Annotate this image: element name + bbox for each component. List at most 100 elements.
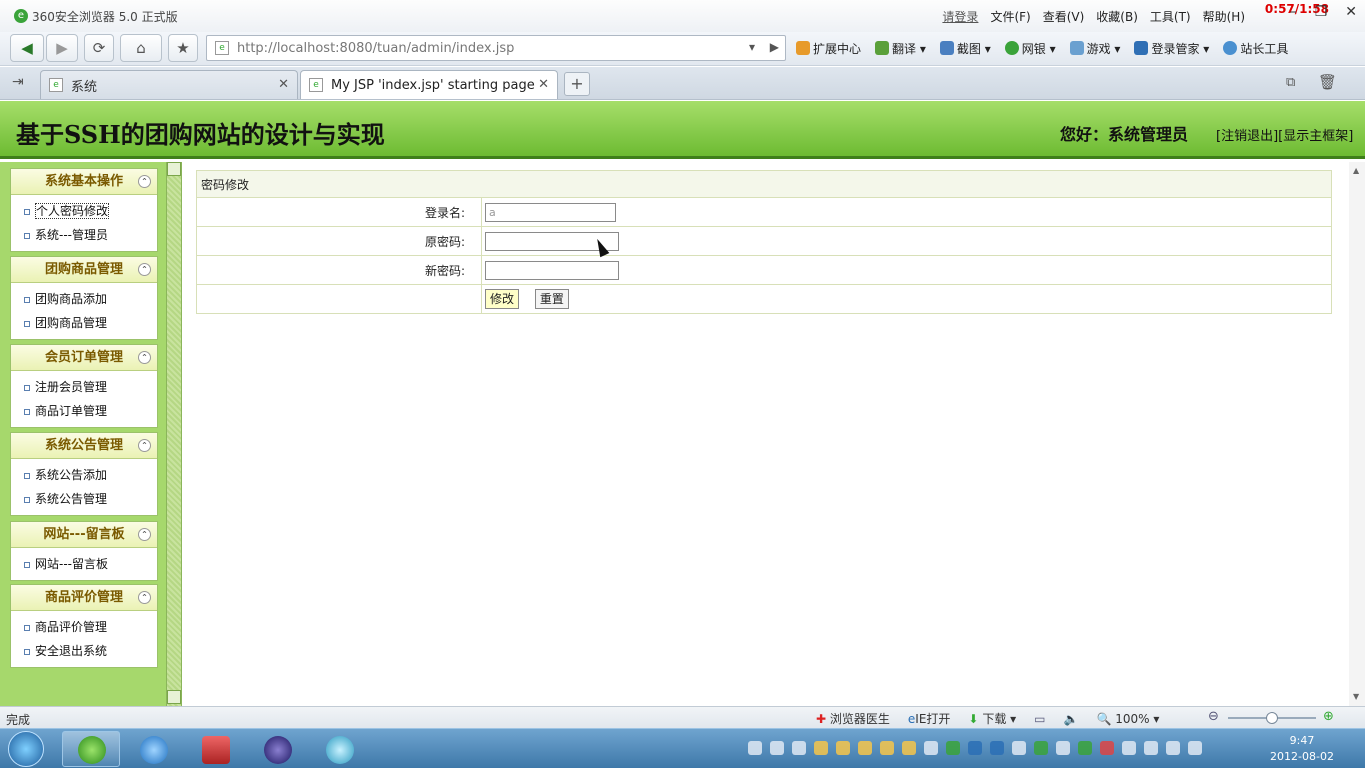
sidebar-item-logout[interactable]: 安全退出系统 bbox=[11, 641, 157, 665]
sidebar-item-orders[interactable]: 商品订单管理 bbox=[11, 401, 157, 425]
tray-app-icon[interactable] bbox=[792, 741, 806, 755]
volume-icon[interactable]: 🔈 bbox=[1064, 712, 1079, 726]
tray-app-icon[interactable] bbox=[770, 741, 784, 755]
close-tab-icon[interactable]: ✕ bbox=[538, 77, 549, 92]
toolbar-translate[interactable]: 翻译 ▾ bbox=[875, 40, 926, 57]
toolbar-bank[interactable]: 网银 ▾ bbox=[1004, 40, 1056, 57]
group-title[interactable]: 商品评价管理 ⌃ bbox=[11, 585, 157, 611]
window-icon[interactable]: ▭ bbox=[1034, 712, 1045, 726]
browser-doctor-button[interactable]: ✚ 浏览器医生 bbox=[816, 710, 890, 727]
group-title[interactable]: 系统公告管理 ⌃ bbox=[11, 433, 157, 459]
favorite-button[interactable]: ★ bbox=[168, 34, 198, 62]
new-password-input[interactable] bbox=[485, 260, 619, 280]
tray-network-icon[interactable] bbox=[1166, 741, 1180, 755]
menu-view[interactable]: 查看(V) bbox=[1043, 8, 1085, 25]
ie-open-button[interactable]: eIE打开 bbox=[908, 710, 951, 727]
toolbar-games[interactable]: 游戏 ▾ bbox=[1069, 40, 1120, 57]
tray-app-icon[interactable] bbox=[946, 741, 960, 755]
group-title[interactable]: 团购商品管理 ⌃ bbox=[11, 257, 157, 283]
taskbar-360-browser[interactable] bbox=[62, 731, 120, 767]
tray-volume-icon[interactable] bbox=[1188, 741, 1202, 755]
sidebar-toggle-icon[interactable]: ⇥ bbox=[12, 74, 24, 90]
tray-shield-icon[interactable] bbox=[968, 741, 982, 755]
download-button[interactable]: ⬇ 下载 ▾ bbox=[968, 710, 1016, 727]
logout-link[interactable]: [注销退出] bbox=[1216, 129, 1278, 144]
tray-qq-icon[interactable] bbox=[880, 741, 894, 755]
home-button[interactable]: ⌂ bbox=[120, 34, 162, 62]
toolbar-screenshot[interactable]: 截图 ▾ bbox=[939, 40, 991, 57]
tray-shield-icon[interactable] bbox=[990, 741, 1004, 755]
collapse-icon[interactable]: ⌃ bbox=[138, 439, 151, 452]
frame-splitter[interactable] bbox=[166, 162, 182, 706]
go-arrow-icon[interactable]: ▶ bbox=[770, 40, 779, 54]
login-link[interactable]: 请登录 bbox=[942, 8, 978, 25]
forward-button[interactable]: ▶ bbox=[46, 34, 78, 62]
sidebar-item-guestbook[interactable]: 网站---留言板 bbox=[11, 554, 157, 578]
back-button[interactable]: ◀ bbox=[10, 34, 44, 62]
taskbar-app[interactable] bbox=[310, 731, 368, 767]
menu-tools[interactable]: 工具(T) bbox=[1150, 8, 1191, 25]
menu-file[interactable]: 文件(F) bbox=[990, 8, 1030, 25]
menu-favorites[interactable]: 收藏(B) bbox=[1096, 8, 1138, 25]
scroll-up-icon[interactable]: ▲ bbox=[1353, 166, 1359, 175]
close-icon[interactable]: ✕ bbox=[1345, 4, 1357, 20]
taskbar-ie[interactable] bbox=[124, 731, 182, 767]
tab-system[interactable]: e 系统 ✕ bbox=[40, 70, 298, 99]
tray-qq-icon[interactable] bbox=[902, 741, 916, 755]
collapse-icon[interactable]: ⌃ bbox=[138, 351, 151, 364]
sidebar-item-members[interactable]: 注册会员管理 bbox=[11, 377, 157, 401]
chevron-down-icon[interactable]: ▾ bbox=[749, 40, 755, 54]
zoom-slider-knob[interactable] bbox=[1266, 712, 1278, 724]
new-tab-button[interactable]: + bbox=[564, 72, 590, 96]
address-url[interactable]: http://localhost:8080/tuan/admin/index.j… bbox=[237, 41, 514, 56]
tab-index-jsp[interactable]: e My JSP 'index.jsp' starting page ✕ bbox=[300, 70, 558, 99]
sidebar-item-add-notice[interactable]: 系统公告添加 bbox=[11, 465, 157, 489]
submit-button[interactable]: 修改 bbox=[485, 289, 520, 309]
show-frame-link[interactable]: [显示主框架] bbox=[1278, 129, 1353, 144]
tray-flag-icon[interactable] bbox=[1122, 741, 1136, 755]
group-title[interactable]: 系统基本操作 ⌃ bbox=[11, 169, 157, 195]
sidebar-item-manage-notice[interactable]: 系统公告管理 bbox=[11, 489, 157, 513]
toolbar-webmaster[interactable]: 站长工具 bbox=[1223, 40, 1288, 57]
trash-icon[interactable]: 🗑 bbox=[1318, 73, 1337, 91]
toolbar-login-manager[interactable]: 登录管家 ▾ bbox=[1134, 40, 1209, 57]
scroll-down-icon[interactable]: ▼ bbox=[1353, 692, 1359, 701]
reset-button[interactable]: 重置 bbox=[534, 289, 569, 309]
tray-keyboard-icon[interactable] bbox=[748, 741, 762, 755]
tray-qq-icon[interactable] bbox=[836, 741, 850, 755]
sidebar-item-change-password[interactable]: 个人密码修改 bbox=[11, 201, 157, 225]
vertical-scrollbar[interactable]: ▲ ▼ bbox=[1349, 162, 1365, 706]
tray-app-icon[interactable] bbox=[1078, 741, 1092, 755]
minimize-icon[interactable]: – bbox=[1290, 4, 1297, 20]
start-button[interactable] bbox=[8, 731, 44, 767]
tray-device-icon[interactable] bbox=[1144, 741, 1158, 755]
zoom-in-icon[interactable]: ⊕ bbox=[1323, 709, 1334, 724]
address-bar[interactable]: e http://localhost:8080/tuan/admin/index… bbox=[206, 35, 786, 61]
zoom-button[interactable]: 🔍 100% ▾ bbox=[1096, 712, 1159, 726]
collapse-icon[interactable]: ⌃ bbox=[138, 175, 151, 188]
sidebar-item-reviews[interactable]: 商品评价管理 bbox=[11, 617, 157, 641]
close-tab-icon[interactable]: ✕ bbox=[278, 77, 289, 92]
collapse-icon[interactable]: ⌃ bbox=[138, 591, 151, 604]
toolbar-extensions[interactable]: 扩展中心 bbox=[796, 40, 861, 57]
collapse-icon[interactable]: ⌃ bbox=[138, 263, 151, 276]
tray-notes-icon[interactable] bbox=[1012, 741, 1026, 755]
tray-qq-icon[interactable] bbox=[858, 741, 872, 755]
sidebar-item-add-product[interactable]: 团购商品添加 bbox=[11, 289, 157, 313]
taskbar-toolbox[interactable] bbox=[186, 731, 244, 767]
restore-icon[interactable]: ❐ bbox=[1315, 4, 1328, 20]
group-title[interactable]: 会员订单管理 ⌃ bbox=[11, 345, 157, 371]
sidebar-item-manage-product[interactable]: 团购商品管理 bbox=[11, 313, 157, 337]
menu-help[interactable]: 帮助(H) bbox=[1203, 8, 1245, 25]
tray-sync-icon[interactable] bbox=[1034, 741, 1048, 755]
group-title[interactable]: 网站---留言板 ⌃ bbox=[11, 522, 157, 548]
tray-app-icon[interactable] bbox=[924, 741, 938, 755]
sidebar-item-admin[interactable]: 系统---管理员 bbox=[11, 225, 157, 249]
tray-qq-icon[interactable] bbox=[814, 741, 828, 755]
refresh-button[interactable]: ⟳ bbox=[84, 34, 114, 62]
login-name-input[interactable] bbox=[485, 202, 616, 222]
taskbar-clock[interactable]: 9:47 2012-08-02 bbox=[1262, 733, 1342, 765]
tab-count-icon[interactable]: ⧉ bbox=[1286, 75, 1295, 90]
collapse-icon[interactable]: ⌃ bbox=[138, 528, 151, 541]
zoom-out-icon[interactable]: ⊖ bbox=[1208, 709, 1219, 724]
